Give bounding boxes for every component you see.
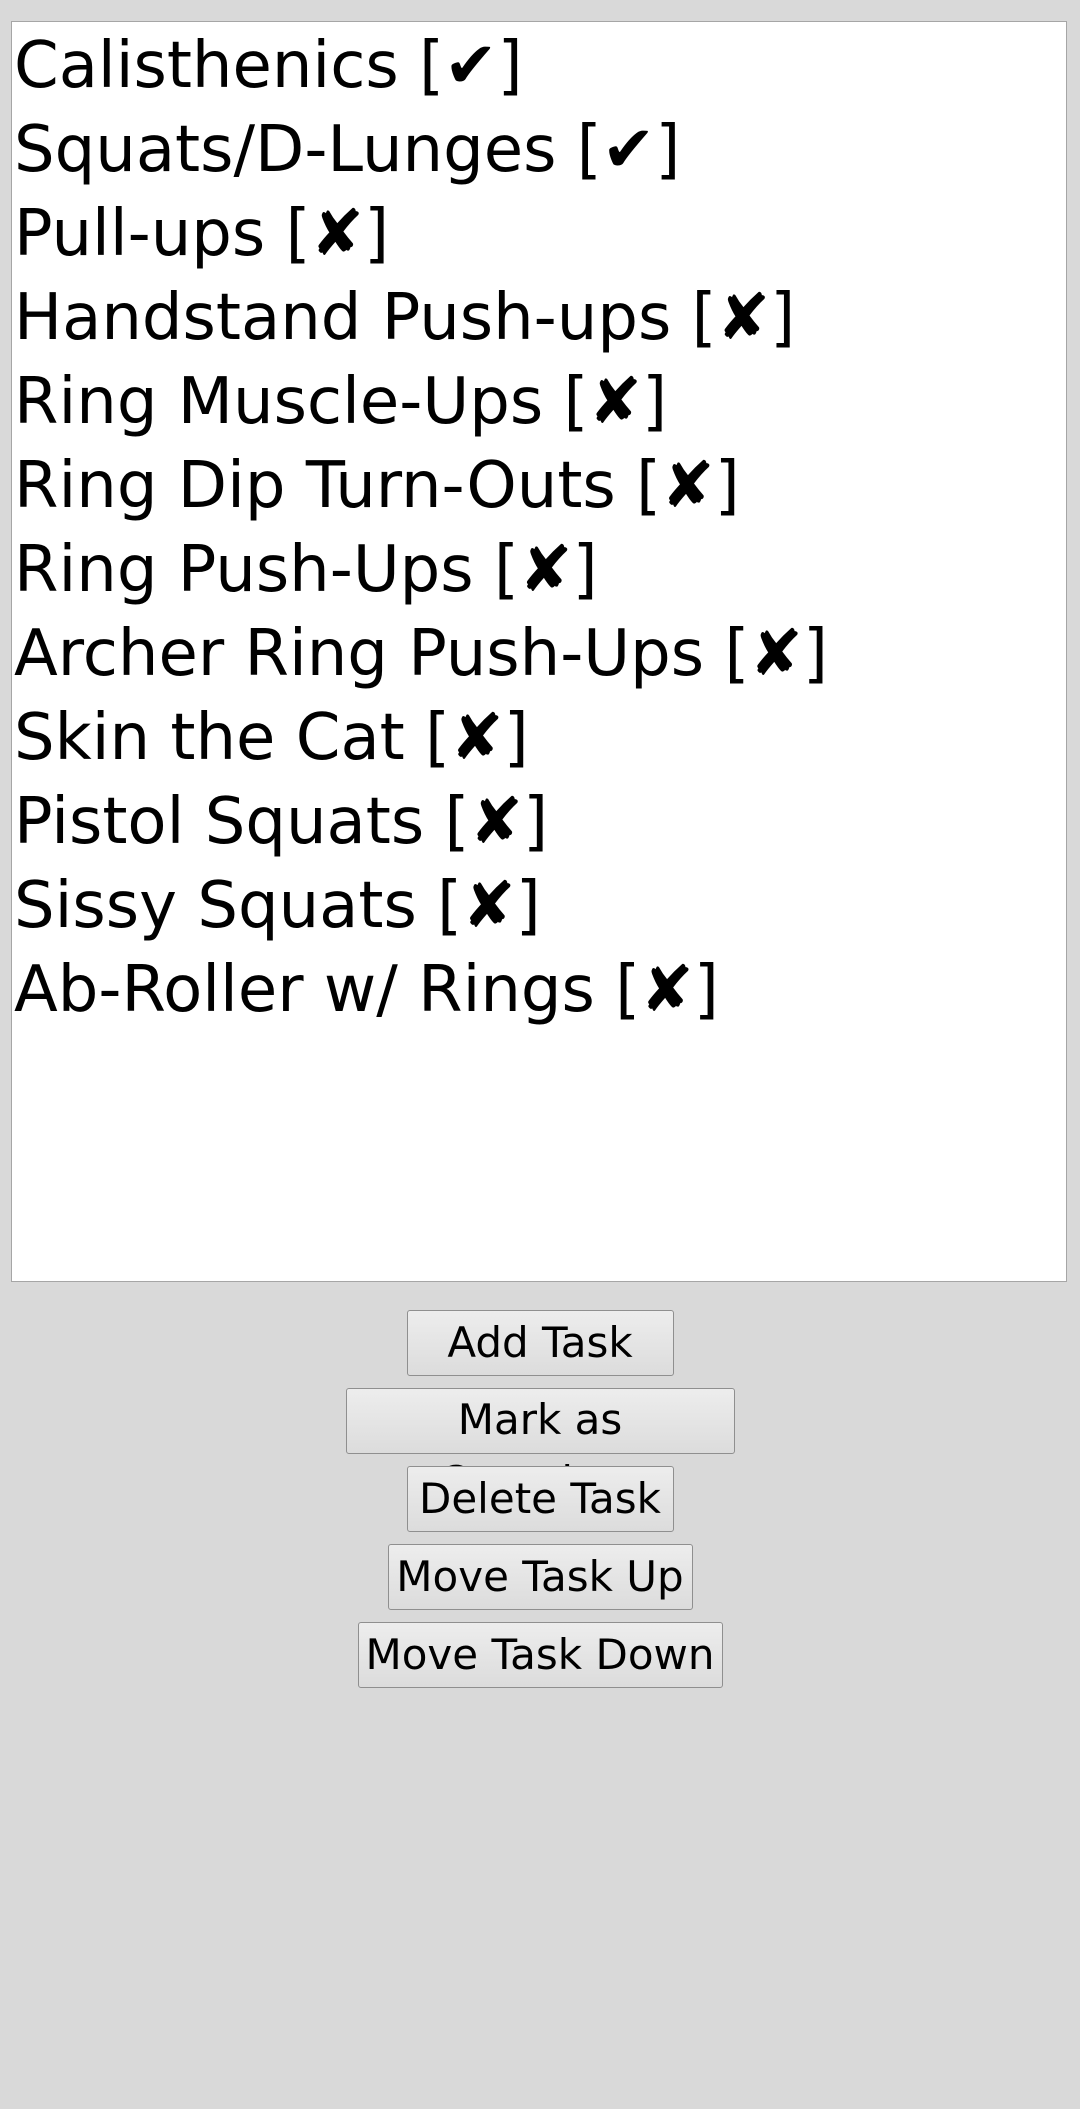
task-status: [✘] xyxy=(493,533,598,607)
task-item[interactable]: Archer Ring Push-Ups [✘] xyxy=(12,612,1066,696)
add-task-button[interactable]: Add Task xyxy=(406,1310,674,1376)
button-group: Add Task Mark as Complete Delete Task Mo… xyxy=(0,1310,1080,1700)
task-name: Handstand Push-ups xyxy=(14,281,672,355)
task-item[interactable]: Pistol Squats [✘] xyxy=(12,780,1066,864)
task-status: [✘] xyxy=(724,617,828,691)
move-task-up-button[interactable]: Move Task Up xyxy=(387,1544,693,1610)
task-status: [✘] xyxy=(636,449,740,523)
task-name: Pistol Squats xyxy=(14,785,425,859)
task-name: Ring Muscle-Ups xyxy=(14,365,544,439)
task-name: Skin the Cat xyxy=(14,701,405,775)
task-name: Ring Dip Turn-Outs xyxy=(14,449,616,523)
task-status: [✘] xyxy=(691,281,796,355)
task-item[interactable]: Pull-ups [✘] xyxy=(12,192,1066,276)
task-item[interactable]: Skin the Cat [✘] xyxy=(12,696,1066,780)
task-item[interactable]: Sissy Squats [✘] xyxy=(12,864,1066,948)
task-item[interactable]: Ring Dip Turn-Outs [✘] xyxy=(12,444,1066,528)
task-status: [✔] xyxy=(419,29,523,103)
task-name: Sissy Squats xyxy=(14,869,417,943)
task-listbox[interactable]: Calisthenics [✔] Squats/D-Lunges [✔] Pul… xyxy=(11,21,1067,1282)
task-status: [✘] xyxy=(563,365,668,439)
task-status: [✘] xyxy=(437,869,541,943)
mark-complete-button[interactable]: Mark as Complete xyxy=(345,1388,735,1506)
task-item[interactable]: Ab-Roller w/ Rings [✘] xyxy=(12,948,1066,1032)
task-name: Ring Push-Ups xyxy=(14,533,474,607)
task-item[interactable]: Calisthenics [✔] xyxy=(12,24,1066,108)
task-name: Squats/D-Lunges xyxy=(14,113,557,187)
task-name: Calisthenics xyxy=(14,29,399,103)
task-status: [✔] xyxy=(576,113,681,187)
task-item[interactable]: Handstand Push-ups [✘] xyxy=(12,276,1066,360)
delete-task-button[interactable]: Delete Task xyxy=(406,1466,674,1532)
task-item[interactable]: Ring Muscle-Ups [✘] xyxy=(12,360,1066,444)
task-status: [✘] xyxy=(425,701,529,775)
move-task-down-button[interactable]: Move Task Down xyxy=(357,1622,723,1688)
task-name: Archer Ring Push-Ups xyxy=(14,617,705,691)
task-status: [✘] xyxy=(615,953,719,1027)
task-status: [✘] xyxy=(285,197,390,271)
task-item[interactable]: Ring Push-Ups [✘] xyxy=(12,528,1066,612)
task-name: Pull-ups xyxy=(14,197,266,271)
task-name: Ab-Roller w/ Rings xyxy=(14,953,595,1027)
task-item[interactable]: Squats/D-Lunges [✔] xyxy=(12,108,1066,192)
task-status: [✘] xyxy=(444,785,549,859)
